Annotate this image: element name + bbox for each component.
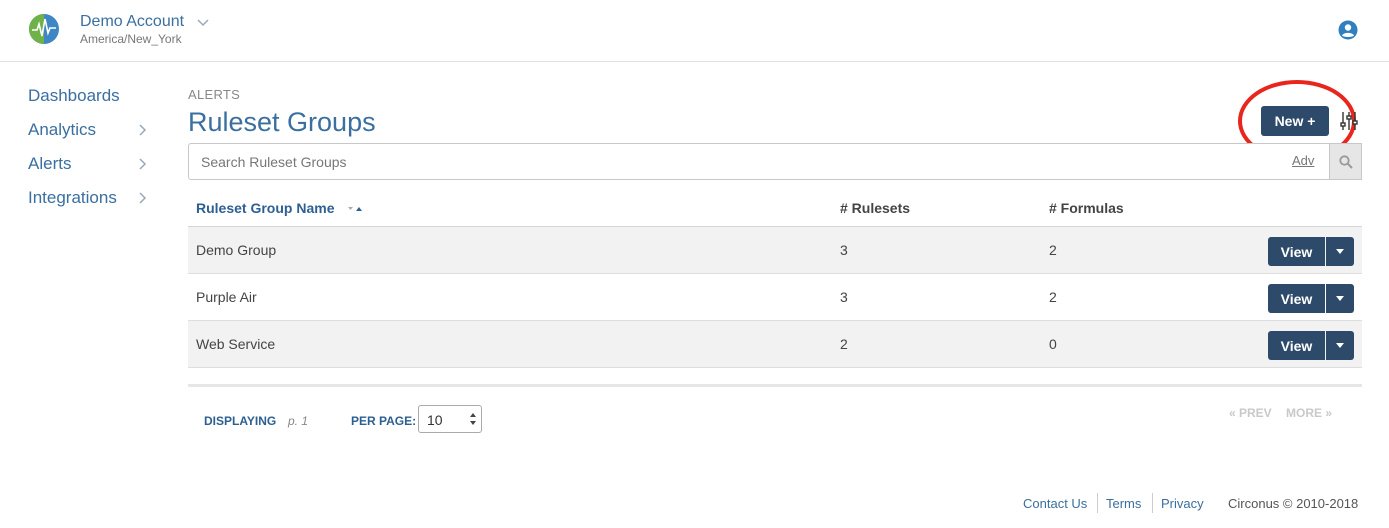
next-page-link[interactable]: MORE » — [1286, 406, 1332, 420]
column-header-formulas: # Formulas — [1049, 200, 1124, 216]
table-row: Web Service 2 0 View — [188, 321, 1362, 368]
user-account-icon[interactable] — [1338, 20, 1358, 40]
footer-separator — [1152, 493, 1153, 513]
table-footer-divider — [188, 384, 1362, 387]
account-name[interactable]: Demo Account — [80, 13, 184, 31]
row-rulesets: 3 — [840, 289, 848, 305]
page-title: Ruleset Groups — [188, 107, 376, 137]
sidebar-item-integrations[interactable]: Integrations — [28, 188, 117, 208]
sidebar-item-alerts[interactable]: Alerts — [28, 154, 71, 174]
sidebar-item-analytics[interactable]: Analytics — [28, 120, 96, 140]
new-button[interactable]: New + — [1261, 106, 1329, 136]
search-box — [188, 143, 1330, 180]
footer-link-contact[interactable]: Contact Us — [1023, 496, 1087, 511]
footer-link-privacy[interactable]: Privacy — [1161, 496, 1204, 511]
row-actions-dropdown[interactable] — [1326, 331, 1354, 360]
table-row: Purple Air 3 2 View — [188, 274, 1362, 321]
table-row: Demo Group 3 2 View — [188, 227, 1362, 274]
footer-separator — [1097, 493, 1098, 513]
prev-page-link[interactable]: « PREV — [1229, 406, 1272, 420]
displaying-label: DISPLAYING — [204, 414, 277, 428]
footer-link-terms[interactable]: Terms — [1106, 496, 1141, 511]
sidebar-item-dashboards[interactable]: Dashboards — [28, 86, 120, 106]
page-indicator: p. 1 — [288, 414, 309, 428]
row-actions-dropdown[interactable] — [1326, 284, 1354, 313]
row-formulas: 0 — [1049, 336, 1057, 352]
top-header: Demo Account America/New_York — [0, 0, 1389, 62]
view-button[interactable]: View — [1268, 331, 1325, 360]
chevron-down-icon[interactable] — [196, 18, 210, 28]
chevron-right-icon[interactable] — [137, 191, 147, 205]
chevron-right-icon[interactable] — [137, 123, 147, 137]
row-name: Web Service — [196, 336, 276, 352]
row-rulesets: 3 — [840, 242, 848, 258]
search-input[interactable] — [189, 144, 1269, 179]
row-actions-dropdown[interactable] — [1326, 237, 1354, 266]
column-header-name[interactable]: Ruleset Group Name — [196, 200, 334, 216]
caret-down-icon — [1336, 249, 1344, 254]
caret-down-icon — [1336, 343, 1344, 348]
view-button[interactable]: View — [1268, 284, 1325, 313]
row-name: Demo Group — [196, 242, 277, 258]
copyright-text: Circonus © 2010-2018 — [1228, 496, 1359, 511]
advanced-search-link[interactable]: Adv — [1292, 153, 1314, 168]
column-header-rulesets: # Rulesets — [840, 200, 911, 216]
row-formulas: 2 — [1049, 242, 1057, 258]
search-icon — [1338, 154, 1353, 169]
row-name: Purple Air — [196, 289, 257, 305]
circonus-logo[interactable] — [28, 13, 60, 45]
search-button[interactable] — [1330, 143, 1362, 180]
per-page-select[interactable]: 10 — [418, 405, 482, 433]
view-button[interactable]: View — [1268, 237, 1325, 266]
row-formulas: 2 — [1049, 289, 1057, 305]
chevron-right-icon[interactable] — [137, 157, 147, 171]
per-page-label: PER PAGE: — [351, 414, 417, 428]
sort-ascending-icon[interactable] — [347, 204, 363, 214]
account-timezone: America/New_York — [80, 32, 182, 46]
breadcrumb[interactable]: ALERTS — [188, 87, 240, 102]
caret-down-icon — [1336, 296, 1344, 301]
select-arrows-icon — [470, 413, 476, 425]
row-rulesets: 2 — [840, 336, 848, 352]
column-settings-icon[interactable] — [1340, 111, 1358, 131]
per-page-value: 10 — [427, 412, 443, 428]
